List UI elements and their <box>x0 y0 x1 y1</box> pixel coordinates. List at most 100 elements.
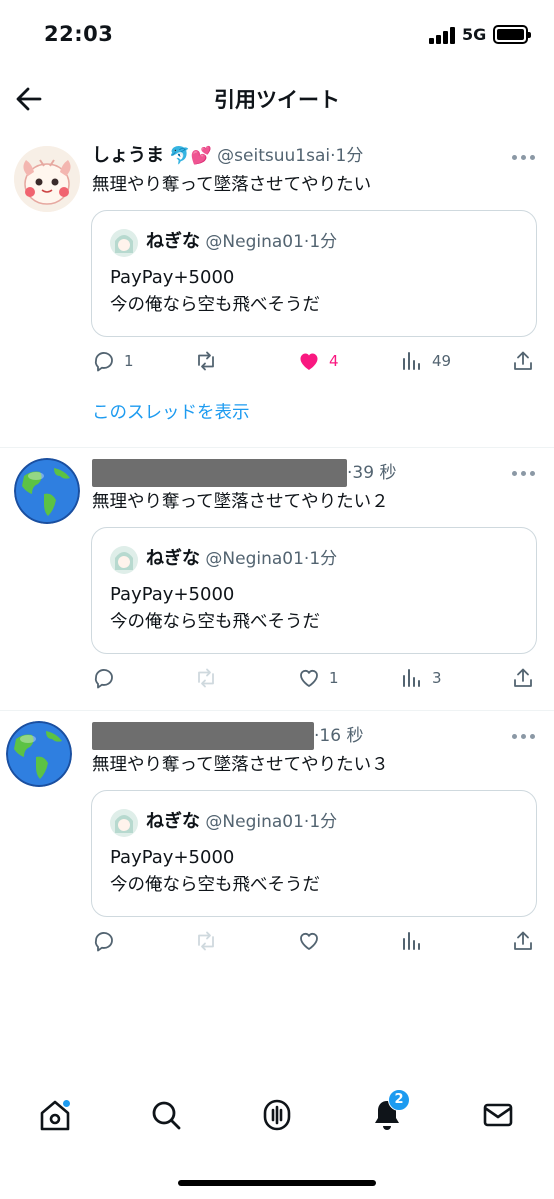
status-time: 22:03 <box>44 22 114 46</box>
quoted-tweet[interactable]: ねぎな @Negina01·1分 PayPay+5000 今の俺なら空も飛べそう… <box>91 790 537 917</box>
retweet-button[interactable] <box>194 346 218 376</box>
quoted-text-line: 今の俺なら空も飛べそうだ <box>110 875 320 895</box>
quoted-handle: @Negina01 <box>205 549 304 569</box>
share-button[interactable] <box>511 663 535 693</box>
retweet-icon <box>198 931 214 951</box>
quoted-text-line: 今の俺なら空も飛べそうだ <box>110 612 320 632</box>
quoted-display-name: ねぎな <box>146 231 200 252</box>
like-button[interactable]: 1 <box>297 663 339 693</box>
quoted-timestamp: 1分 <box>309 549 338 569</box>
share-button[interactable] <box>511 346 535 376</box>
reply-button[interactable] <box>92 926 116 956</box>
tweet-header: ·16 秒 <box>92 722 494 750</box>
views-button[interactable]: 49 <box>400 346 451 376</box>
tweet-1[interactable]: しょうま 🐬💕 @seitsuu1sai·1分 無理やり奪って墜落させてやりたい… <box>0 137 554 447</box>
nav-home[interactable] <box>37 1097 73 1133</box>
nav-notifications[interactable]: 2 <box>369 1089 410 1133</box>
heart-filled-icon <box>300 353 318 370</box>
more-options-icon[interactable] <box>512 150 536 164</box>
like-button[interactable] <box>297 926 321 956</box>
retweet-button[interactable] <box>194 663 218 693</box>
quoted-text-line: PayPay+5000 <box>110 847 235 868</box>
like-count: 1 <box>329 669 339 687</box>
views-button[interactable] <box>400 926 424 956</box>
reply-button[interactable]: 1 <box>92 346 134 376</box>
handle[interactable]: @seitsuu1sai <box>217 146 330 166</box>
quoted-handle: @Negina01 <box>205 232 304 252</box>
like-button[interactable]: 4 <box>297 346 339 376</box>
reply-icon <box>94 352 113 372</box>
reply-icon <box>94 932 113 952</box>
avatar[interactable] <box>6 721 72 787</box>
tweet-3[interactable]: ·16 秒 無理やり奪って墜落させてやりたい３ ねぎな @Negina01·1分… <box>0 711 554 973</box>
search-icon <box>152 1101 181 1130</box>
status-bar: 22:03 5G <box>0 0 554 70</box>
quoted-display-name: ねぎな <box>146 548 200 569</box>
views-icon <box>403 352 420 370</box>
notification-badge: 2 <box>388 1089 410 1111</box>
view-count: 3 <box>432 669 442 687</box>
retweet-button[interactable] <box>194 926 218 956</box>
quoted-tweet[interactable]: ねぎな @Negina01·1分 PayPay+5000 今の俺なら空も飛べそう… <box>91 210 537 337</box>
header: 引用ツイート <box>0 72 554 126</box>
avatar[interactable] <box>14 458 80 524</box>
more-options-icon[interactable] <box>512 729 536 743</box>
quoted-text-line: PayPay+5000 <box>110 584 235 605</box>
spaces-icon <box>263 1099 291 1131</box>
display-name[interactable]: しょうま <box>92 145 164 166</box>
timestamp[interactable]: 1分 <box>336 146 364 166</box>
views-icon <box>403 669 420 687</box>
quoted-timestamp: 1分 <box>309 812 338 832</box>
more-options-icon[interactable] <box>512 466 536 480</box>
avatar <box>110 229 138 257</box>
like-count: 4 <box>329 352 339 370</box>
tweet-actions: 1 4 49 <box>0 346 554 376</box>
tweet-header: ·39 秒 <box>92 459 494 487</box>
retweet-icon <box>198 351 214 371</box>
redacted-name <box>92 722 314 750</box>
network-label: 5G <box>462 25 487 44</box>
tweet-2[interactable]: ·39 秒 無理やり奪って墜落させてやりたい２ ねぎな @Negina01·1分… <box>0 448 554 710</box>
nav-search[interactable] <box>148 1097 184 1133</box>
show-thread-link[interactable]: このスレッドを表示 <box>92 399 250 424</box>
name-emoji: 🐬💕 <box>169 146 212 166</box>
tweet-text: 無理やり奪って墜落させてやりたい３ <box>92 755 389 775</box>
views-button[interactable]: 3 <box>400 663 442 693</box>
reply-icon <box>94 669 113 689</box>
tweet-actions: 1 3 <box>0 663 554 693</box>
tweet-text: 無理やり奪って墜落させてやりたい <box>92 175 372 195</box>
mail-icon <box>483 1103 513 1127</box>
retweet-icon <box>198 668 214 688</box>
home-indicator <box>178 1180 376 1186</box>
heart-icon <box>300 932 318 950</box>
share-icon <box>514 668 532 687</box>
quoted-handle: @Negina01 <box>205 812 304 832</box>
reply-button[interactable] <box>92 663 116 693</box>
redacted-name <box>92 459 347 487</box>
avatar <box>110 809 138 837</box>
signal-icon <box>429 27 457 44</box>
quoted-text-line: PayPay+5000 <box>110 267 235 288</box>
quoted-header: ねぎな @Negina01·1分 <box>146 811 338 832</box>
timestamp[interactable]: 16 秒 <box>319 726 363 746</box>
views-icon <box>403 932 420 950</box>
quoted-header: ねぎな @Negina01·1分 <box>146 231 338 252</box>
tweet-actions <box>0 926 554 956</box>
nav-messages[interactable] <box>480 1097 516 1133</box>
page-title: 引用ツイート <box>214 88 340 112</box>
quoted-tweet[interactable]: ねぎな @Negina01·1分 PayPay+5000 今の俺なら空も飛べそう… <box>91 527 537 654</box>
heart-icon <box>300 669 318 687</box>
quoted-header: ねぎな @Negina01·1分 <box>146 548 338 569</box>
reply-count: 1 <box>124 352 134 370</box>
battery-icon <box>493 25 531 44</box>
view-count: 49 <box>432 352 452 370</box>
tweet-text: 無理やり奪って墜落させてやりたい２ <box>92 492 389 512</box>
tweet-header: しょうま 🐬💕 @seitsuu1sai·1分 <box>92 145 364 166</box>
timestamp[interactable]: 39 秒 <box>352 463 396 483</box>
new-posts-indicator <box>62 1099 71 1108</box>
nav-spaces[interactable] <box>259 1097 295 1133</box>
share-icon <box>514 351 532 370</box>
quoted-text-line: 今の俺なら空も飛べそうだ <box>110 295 320 315</box>
avatar[interactable] <box>14 146 80 212</box>
share-button[interactable] <box>511 926 535 956</box>
